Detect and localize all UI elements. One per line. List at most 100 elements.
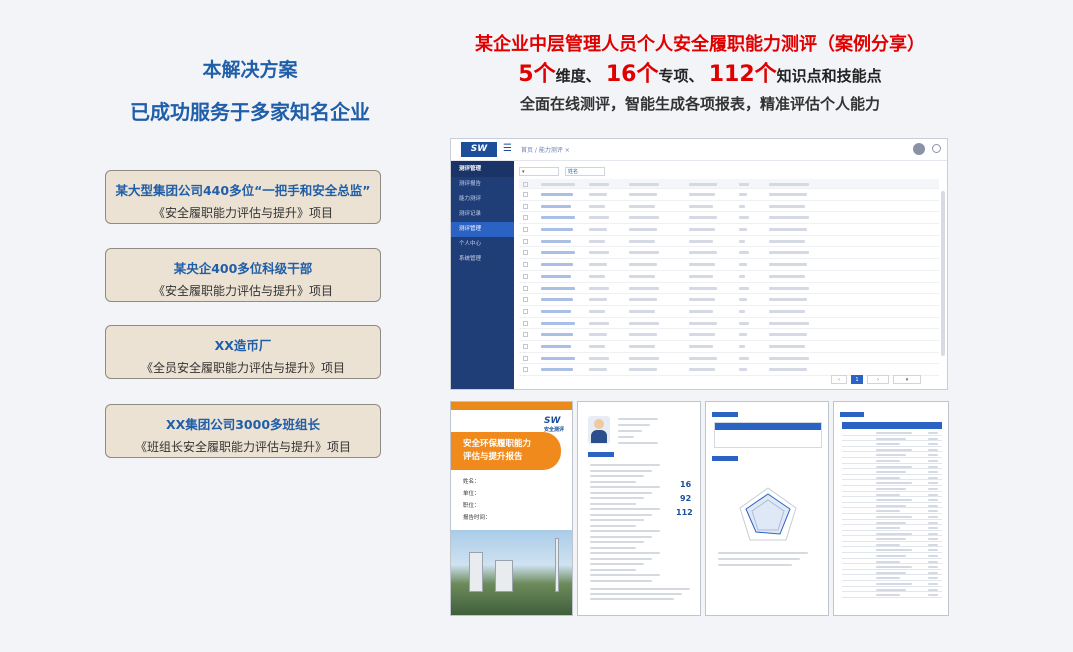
case-project: 《班组长安全履职能力评估与提升》项目 — [134, 440, 351, 454]
table-cell — [689, 204, 713, 208]
row-checkbox[interactable] — [523, 343, 528, 349]
search-input[interactable]: 姓名 — [565, 167, 605, 176]
left-title: 本解决方案 — [202, 59, 298, 81]
table-cell — [876, 543, 900, 546]
table-cell — [689, 368, 715, 372]
scrollbar[interactable] — [941, 191, 945, 356]
menu-icon[interactable]: ☰ — [503, 143, 512, 154]
text-line — [590, 497, 644, 499]
report-info-date: 报告时间： — [463, 515, 491, 521]
filter-select[interactable]: ▾ — [519, 167, 559, 176]
row-checkbox[interactable] — [523, 320, 528, 326]
table-cell — [629, 228, 657, 232]
summary-table — [714, 422, 822, 448]
table-cell — [876, 521, 906, 524]
table-cell — [928, 499, 938, 502]
row-checkbox[interactable] — [523, 262, 528, 268]
row-checkbox[interactable] — [523, 238, 528, 244]
table-row[interactable] — [519, 224, 939, 236]
sidebar-item[interactable]: 能力测评 — [451, 192, 514, 207]
row-checkbox[interactable] — [523, 192, 528, 197]
row-checkbox[interactable] — [523, 285, 528, 291]
table-row[interactable] — [519, 271, 939, 283]
row-checkbox[interactable] — [523, 367, 528, 373]
table-cell — [541, 298, 573, 302]
user-icon[interactable] — [913, 143, 925, 155]
table-cell — [589, 298, 607, 302]
cover-top-bar — [451, 402, 572, 410]
text-line — [590, 541, 644, 543]
case-project: 《安全履职能力评估与提升》项目 — [152, 206, 333, 220]
score-value: 16 — [680, 480, 692, 489]
sidebar-item[interactable]: 系统管理 — [451, 252, 514, 267]
table-row[interactable] — [519, 306, 939, 318]
table-cell — [689, 193, 715, 196]
table-cell — [541, 204, 571, 208]
table-cell — [928, 493, 938, 496]
page-current[interactable]: 1 — [851, 375, 863, 384]
table-row[interactable] — [519, 329, 939, 341]
table-row[interactable] — [519, 247, 939, 260]
text-line — [618, 442, 658, 444]
table-row[interactable] — [519, 294, 939, 306]
factory-tower — [495, 560, 513, 592]
row-checkbox[interactable] — [523, 250, 528, 256]
row-checkbox[interactable] — [523, 203, 528, 209]
table-row[interactable] — [519, 259, 939, 271]
table-cell — [689, 321, 717, 325]
table-row[interactable] — [519, 283, 939, 295]
sidebar-item[interactable]: 测评记录 — [451, 207, 514, 222]
row-checkbox[interactable] — [523, 297, 528, 303]
table-cell — [769, 274, 805, 278]
page-next[interactable]: › — [867, 375, 889, 384]
sidebar-item-active[interactable]: 测评管理 — [451, 222, 514, 237]
stat-dimensions-label: 维度、 — [555, 67, 601, 85]
text-line — [590, 480, 636, 483]
stat-dimensions: 5个 — [518, 62, 556, 87]
row-checkbox[interactable] — [523, 182, 528, 187]
report-cover: SW 安全测评 安全环保履职能力 评估与提升报告 姓名： 单位： 职位： 报告时间… — [450, 401, 573, 616]
table-cell — [589, 286, 609, 290]
row-checkbox[interactable] — [523, 308, 528, 314]
table-cell — [629, 298, 657, 302]
table-cell — [541, 286, 575, 290]
row-checkbox[interactable] — [523, 355, 528, 361]
page-size-select[interactable]: ▾ — [893, 375, 921, 384]
table-row[interactable] — [519, 318, 939, 330]
text-line — [718, 564, 792, 566]
table-cell — [541, 333, 573, 337]
table-row[interactable] — [519, 212, 939, 225]
report-title-line1: 安全环保履职能力 — [463, 439, 532, 449]
table-header — [842, 422, 942, 429]
table-cell — [739, 286, 749, 290]
case-name: XX造币厂 — [214, 338, 272, 353]
table-cell — [876, 476, 900, 479]
text-line — [590, 588, 690, 590]
row-checkbox[interactable] — [523, 273, 528, 279]
row-checkbox[interactable] — [523, 332, 528, 338]
table-cell — [876, 499, 912, 502]
breadcrumb[interactable]: 首页 / 能力测评 × — [521, 145, 570, 154]
table-cell — [876, 504, 906, 507]
report-page-radar — [705, 401, 829, 616]
power-icon[interactable] — [932, 144, 941, 153]
text-line — [590, 513, 652, 516]
table-row[interactable] — [519, 341, 939, 353]
table-row[interactable] — [519, 201, 939, 213]
row-checkbox[interactable] — [523, 227, 528, 233]
table-cell — [629, 216, 659, 220]
text-line — [590, 535, 652, 538]
sidebar-item[interactable]: 测评报告 — [451, 177, 514, 192]
headline-stats: 5个维度、 16个专项、 112个知识点和技能点 — [440, 56, 960, 88]
table-row[interactable] — [519, 236, 939, 248]
row-checkbox[interactable] — [523, 215, 528, 221]
table-cell — [876, 482, 912, 485]
table-row[interactable] — [519, 353, 939, 365]
table-cell — [739, 344, 745, 348]
sidebar-item[interactable]: 个人中心 — [451, 237, 514, 252]
text-line — [590, 486, 660, 488]
table-cell — [541, 356, 575, 360]
text-line — [590, 464, 660, 466]
page-prev[interactable]: ‹ — [831, 375, 847, 384]
table-row[interactable] — [519, 189, 939, 201]
